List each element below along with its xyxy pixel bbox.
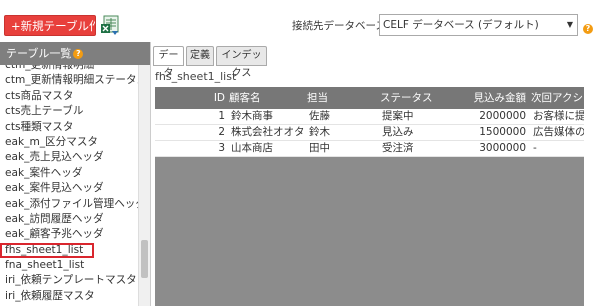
- tab-index[interactable]: インデックス: [216, 46, 267, 79]
- table-list-title: テーブル一覧: [6, 47, 72, 60]
- table-list-scrollbar[interactable]: [138, 65, 150, 306]
- column-header[interactable]: ステータス: [380, 87, 455, 109]
- table-list: ctm_更新情報明細 ctm_更新情報明細ステータス cts商品マスタ cts売上テー…: [0, 65, 138, 306]
- data-grid: ID顧客名担当ステータス見込み金額次回アクション 1 鈴木商事 佐藤 提案中 20000…: [155, 87, 584, 306]
- table-cell: 広告媒体のP: [533, 126, 584, 138]
- column-header[interactable]: 担当: [307, 87, 379, 109]
- excel-export-icon[interactable]: [100, 14, 120, 36]
- table-list-item[interactable]: eak_顧客予兆ヘッダ: [0, 227, 138, 242]
- column-header[interactable]: 次回アクション: [531, 87, 584, 109]
- table-cell: 3000000: [479, 142, 526, 154]
- table-cell: 鈴木商事: [231, 110, 273, 122]
- table-cell: 2000000: [479, 110, 526, 122]
- new-table-button[interactable]: +新規テーブル作成: [4, 15, 96, 36]
- table-list-item[interactable]: eak_訪問履歴ヘッダ: [0, 212, 138, 227]
- table-list-item[interactable]: cts種類マスタ: [0, 120, 138, 135]
- table-list-item[interactable]: ctm_更新情報明細: [0, 65, 138, 73]
- table-list-header: テーブル一覧?: [0, 42, 150, 65]
- tab-definition[interactable]: 定義: [186, 46, 214, 66]
- table-list-item-selected[interactable]: fhs_sheet1_list: [0, 242, 94, 259]
- table-list-item[interactable]: iri_依頼テンプレートマスタ: [0, 273, 138, 288]
- table-cell: 3: [218, 142, 225, 154]
- table-cell: 株式会社オオタ: [231, 126, 305, 138]
- database-select-value: CELF データベース (デフォルト): [383, 19, 539, 31]
- table-list-item[interactable]: ctm_更新情報明細ステータス: [0, 73, 138, 88]
- table-cell: お客様に提案: [533, 110, 584, 122]
- table-list-item[interactable]: eak_案件見込ヘッダ: [0, 181, 138, 196]
- database-select[interactable]: CELF データベース (デフォルト) ▼: [379, 14, 578, 36]
- tab-data[interactable]: データ: [153, 46, 184, 79]
- table-list-item[interactable]: cts売上テーブル: [0, 104, 138, 119]
- table-cell: 山本商店: [231, 142, 273, 154]
- column-header[interactable]: 見込み金額: [455, 87, 527, 109]
- scrollbar-thumb[interactable]: [141, 240, 148, 278]
- table-list-item[interactable]: iri_依頼履歴マスタ: [0, 289, 138, 304]
- table-list-item[interactable]: eak_売上見込ヘッダ: [0, 150, 138, 165]
- chevron-down-icon: ▼: [566, 20, 573, 29]
- table-list-panel: テーブル一覧? ctm_更新情報明細 ctm_更新情報明細ステータス cts商品マス…: [0, 42, 151, 306]
- table-row[interactable]: 3 山本商店 田中 受注済 3000000-: [155, 141, 584, 157]
- table-cell: 見込み: [382, 126, 414, 138]
- table-cell: 1: [218, 110, 225, 122]
- table-list-item[interactable]: fna_sheet1_list: [0, 258, 138, 273]
- column-header[interactable]: 顧客名: [229, 87, 305, 109]
- table-cell: 1500000: [479, 126, 526, 138]
- table-cell: -: [533, 142, 537, 154]
- table-cell: 受注済: [382, 142, 414, 154]
- table-row[interactable]: 1 鈴木商事 佐藤 提案中 2000000 お客様に提案: [155, 109, 584, 125]
- help-icon[interactable]: ?: [73, 49, 84, 59]
- table-cell: 佐藤: [309, 110, 330, 122]
- table-list-item[interactable]: eak_添付ファイル管理ヘッダ: [0, 197, 138, 212]
- table-list-item[interactable]: eak_m_区分マスタ: [0, 135, 138, 150]
- table-cell: 2: [218, 126, 225, 138]
- grid-header: ID顧客名担当ステータス見込み金額次回アクション: [155, 87, 584, 109]
- table-cell: 提案中: [382, 110, 414, 122]
- table-list-item[interactable]: cts商品マスタ: [0, 89, 138, 104]
- database-label: 接続先データベース: [292, 20, 386, 32]
- table-row[interactable]: 2 株式会社オオタ鈴木 見込み 1500000 広告媒体のP: [155, 125, 584, 141]
- column-header[interactable]: ID: [155, 87, 225, 109]
- table-list-item[interactable]: eak_案件ヘッダ: [0, 166, 138, 181]
- table-cell: 田中: [309, 142, 330, 154]
- content-title: fhs_sheet1_list: [155, 70, 237, 83]
- top-toolbar: +新規テーブル作成 接続先データベース CELF データベース (デフォルト) …: [0, 0, 600, 42]
- help-icon[interactable]: ?: [583, 24, 593, 34]
- table-cell: 鈴木: [309, 126, 330, 138]
